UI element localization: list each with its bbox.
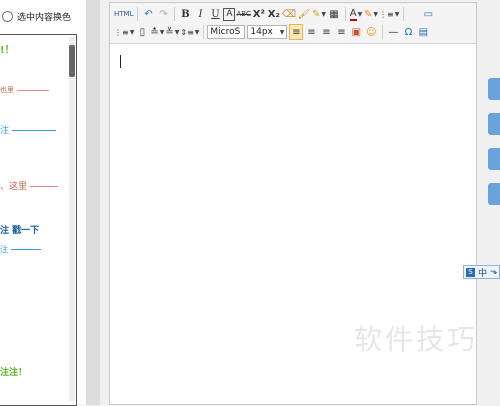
toolbar-separator [203, 25, 205, 39]
editor-toolbar: HTML ↶ ↷ B I U A ABC X² X₂ ⌫ 🖌 ✎ ▼ ▦ A ▼ ✎… [110, 3, 476, 44]
font-border-icon[interactable]: A [223, 7, 236, 21]
line-height-icon[interactable]: ⇕≡ ▼ [180, 24, 199, 40]
toolbar-row-2: ⋮≡ ▼ ▯ ≛ ▼ ≚ ▼ ⇕≡ ▼ MicroS 14px ▼ ≡ ≡ ≡ ≡ ▣ ☺… [114, 23, 431, 41]
toolbar-separator [403, 7, 405, 21]
redo-icon[interactable]: ↷ [156, 6, 170, 22]
preview-line[interactable]: 注 [0, 244, 41, 255]
align-right-icon[interactable]: ≡ [319, 24, 333, 40]
strikethrough-icon[interactable]: ABC [236, 6, 250, 22]
underline-button[interactable]: U [208, 6, 222, 22]
divider [86, 0, 100, 405]
radio-button[interactable] [2, 10, 13, 22]
toolbar-separator [137, 7, 139, 21]
scrollbar[interactable] [69, 37, 75, 401]
special-chars-icon[interactable]: Ω [401, 24, 415, 40]
horizontal-rule-icon[interactable]: — [386, 24, 400, 40]
toolbar-separator [174, 7, 176, 21]
auto-format-icon[interactable]: ✎ ▼ [312, 6, 326, 22]
side-tabs [488, 78, 500, 218]
format-painter-icon[interactable]: 🖌 [297, 6, 311, 22]
preview-line[interactable]: 注 戳一下 [0, 223, 39, 236]
unordered-list-icon[interactable]: ⋮≡ ▼ [114, 24, 134, 40]
paste-plain-icon[interactable]: ▦ [327, 6, 341, 22]
radio-label: 选中内容换色 [17, 12, 72, 23]
preview-line[interactable]: 也里 [0, 85, 49, 95]
align-center-icon[interactable]: ≡ [304, 24, 318, 40]
table-icon[interactable]: ▤ [416, 24, 430, 40]
text-caret [120, 55, 121, 68]
ime-logo-icon: S [466, 267, 475, 277]
side-tab[interactable] [488, 78, 500, 100]
side-tab[interactable] [488, 148, 500, 170]
font-family-select[interactable]: MicroS [207, 25, 246, 39]
fullscreen-icon[interactable]: ▭ [421, 6, 435, 22]
preview-line[interactable]: 注注！ [0, 365, 27, 378]
style-preview-list[interactable]: !！ 也里 注 、这里 注 戳一下 注 注注！ [0, 34, 77, 406]
left-panel: 选中内容换色 !！ 也里 注 、这里 注 戳一下 注 注注！ [0, 0, 86, 406]
font-size-select[interactable]: 14px ▼ [247, 25, 288, 39]
scroll-thumb[interactable] [69, 45, 75, 77]
preview-line[interactable]: !！ [0, 41, 15, 56]
font-color-icon[interactable]: A ▼ [349, 6, 363, 22]
row-spacing-top-icon[interactable]: ≛ ▼ [150, 24, 164, 40]
ime-mode-label[interactable]: 中 [478, 266, 487, 279]
background-color-icon[interactable]: ✎ ▼ [364, 6, 378, 22]
preview-line[interactable]: 注 [0, 123, 57, 136]
toolbar-separator [382, 25, 384, 39]
color-option[interactable]: 选中内容换色 [2, 8, 71, 24]
superscript-icon[interactable]: X² [252, 6, 266, 22]
page-break-icon[interactable]: ▯ [135, 24, 149, 40]
ime-arrow-icon[interactable]: ⬎ [490, 267, 498, 277]
preview-line[interactable]: 、这里 [0, 179, 59, 192]
justify-icon[interactable]: ≡ [334, 24, 348, 40]
html-source-button[interactable]: HTML [114, 6, 133, 22]
eraser-icon[interactable]: ⌫ [282, 6, 296, 22]
bold-button[interactable]: B [178, 6, 192, 22]
emoticon-icon[interactable]: ☺ [364, 24, 378, 40]
side-tab[interactable] [488, 183, 500, 205]
ordered-list-icon[interactable]: ⋮≡ ▼ [379, 6, 399, 22]
watermark: 软件技巧 [354, 323, 479, 356]
image-icon[interactable]: ▣ [349, 24, 363, 40]
ime-toolbar[interactable]: S 中 ⬎ [463, 265, 500, 279]
toolbar-row-1: HTML ↶ ↷ B I U A ABC X² X₂ ⌫ 🖌 ✎ ▼ ▦ A ▼ ✎… [114, 5, 436, 23]
row-spacing-bottom-icon[interactable]: ≚ ▼ [165, 24, 179, 40]
subscript-icon[interactable]: X₂ [267, 6, 281, 22]
toolbar-separator [345, 7, 346, 21]
undo-icon[interactable]: ↶ [141, 6, 155, 22]
side-tab[interactable] [488, 113, 500, 135]
italic-button[interactable]: I [193, 6, 207, 22]
align-left-icon[interactable]: ≡ [289, 24, 304, 40]
